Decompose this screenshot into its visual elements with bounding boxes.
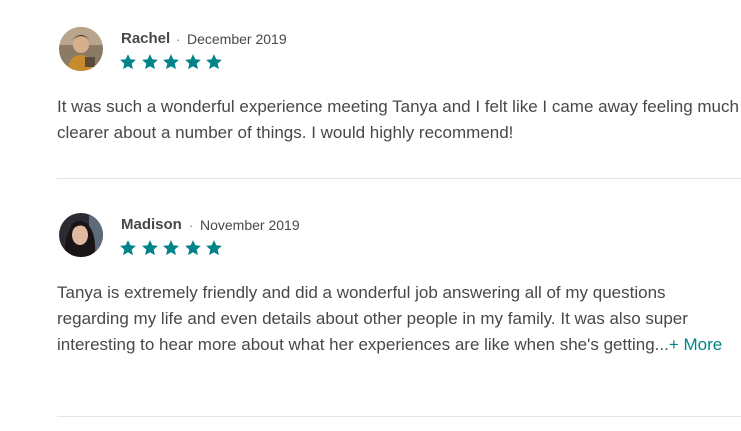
star-icon — [163, 54, 179, 70]
divider — [57, 416, 741, 417]
star-rating — [119, 239, 223, 257]
separator-dot: · — [189, 218, 194, 233]
star-icon — [206, 240, 222, 256]
review-text: Tanya is extremely friendly and did a wo… — [57, 280, 741, 358]
avatar-image — [59, 213, 103, 257]
review-date: November 2019 — [200, 217, 300, 233]
star-icon — [184, 54, 201, 70]
avatar[interactable] — [59, 213, 103, 257]
more-link[interactable]: + More — [669, 335, 722, 354]
star-icon — [141, 54, 158, 70]
star-icon — [184, 240, 201, 256]
review-body: It was such a wonderful experience meeti… — [57, 97, 739, 142]
review-text: It was such a wonderful experience meeti… — [57, 94, 741, 146]
reviewer-name[interactable]: Rachel — [121, 30, 170, 47]
star-rating — [119, 53, 223, 71]
avatar-image — [59, 27, 103, 71]
review-item: Rachel · December 2019 It was such a won… — [57, 0, 741, 178]
review-item: Madison · November 2019 Tanya is extreme… — [57, 179, 741, 416]
review-date: December 2019 — [187, 31, 287, 47]
star-icon — [163, 240, 179, 256]
avatar[interactable] — [59, 27, 103, 71]
reviewer-name[interactable]: Madison — [121, 216, 182, 233]
star-icon — [120, 54, 136, 70]
review-body: Tanya is extremely friendly and did a wo… — [57, 283, 688, 354]
separator-dot: · — [176, 32, 181, 47]
star-icon — [206, 54, 222, 70]
star-icon — [120, 240, 136, 256]
star-icon — [141, 240, 158, 256]
